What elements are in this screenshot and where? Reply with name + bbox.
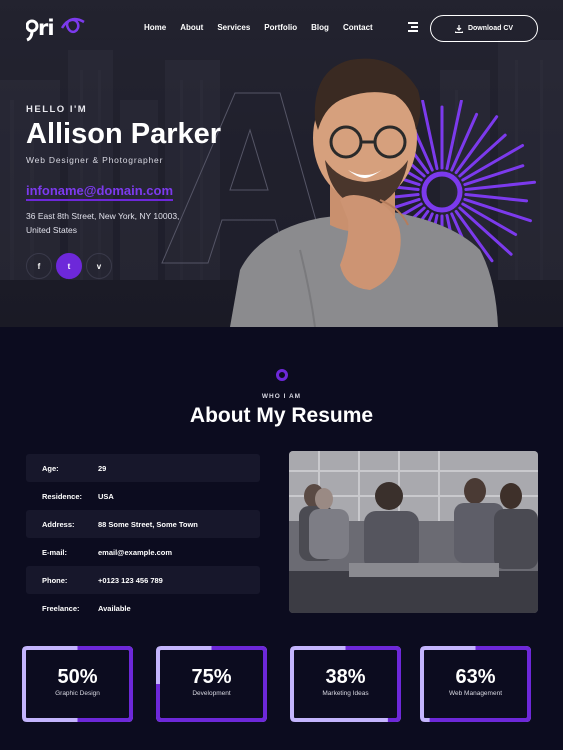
download-cv-label: Download CV: [467, 25, 514, 32]
info-value: +0123 123 456 789: [98, 575, 163, 585]
skill-card: 38% Marketing Ideas: [290, 646, 401, 722]
top-navbar: ri Home About Services Portfolio Blog Co…: [0, 0, 563, 56]
team-meeting-photo: [289, 451, 538, 613]
infinity-swirl-logo-icon: [25, 17, 85, 42]
about-kicker: WHO I AM: [261, 393, 302, 400]
skill-card: 63% Web Management: [420, 646, 531, 722]
info-key: Address:: [42, 519, 75, 529]
skill-label: Development: [192, 690, 231, 697]
nav-blog[interactable]: Blog: [311, 23, 329, 32]
hero-email-link[interactable]: infoname@domain.com: [26, 183, 174, 201]
hero-name: Allison Parker: [26, 118, 222, 150]
site-logo[interactable]: ri: [25, 14, 88, 42]
personal-info-list: Age: 29 Residence: USA Address: 88 Some …: [26, 454, 260, 622]
info-key: Freelance:: [42, 603, 80, 613]
skill-label: Graphic Design: [55, 690, 100, 697]
skill-label: Marketing Ideas: [322, 690, 369, 697]
info-value: 88 Some Street, Some Town: [98, 519, 198, 529]
info-value: Available: [98, 603, 131, 613]
download-icon: [454, 24, 463, 33]
nav-contact[interactable]: Contact: [343, 23, 373, 32]
skills-stats: 50% Graphic Design 75% Development 38% M…: [22, 646, 542, 722]
hero-address: 36 East 8th Street, New York, NY 10003, …: [26, 209, 196, 237]
hero-portrait: [230, 58, 498, 327]
team-meeting-illustration: [289, 451, 538, 613]
facebook-icon[interactable]: f: [26, 253, 52, 279]
info-value: USA: [98, 491, 114, 501]
nav-home[interactable]: Home: [144, 23, 166, 32]
info-value: 29: [98, 463, 107, 473]
nav-services[interactable]: Services: [217, 23, 250, 32]
hero-greeting: HELLO I'M: [26, 104, 88, 115]
section-ring-icon: [276, 369, 288, 381]
info-key: E-mail:: [42, 547, 68, 557]
skill-card: 75% Development: [156, 646, 267, 722]
info-row: Phone: +0123 123 456 789: [26, 566, 260, 594]
about-title: About My Resume: [189, 404, 374, 427]
info-value: email@example.com: [98, 547, 173, 557]
info-row: Freelance: Available: [26, 594, 260, 622]
skill-percent: 38%: [325, 666, 366, 688]
info-row: Residence: USA: [26, 482, 260, 510]
info-key: Phone:: [42, 575, 68, 585]
hamburger-menu-icon[interactable]: [408, 22, 418, 32]
info-row: Age: 29: [26, 454, 260, 482]
download-cv-button[interactable]: Download CV: [430, 15, 538, 42]
skill-percent: 50%: [57, 666, 98, 688]
social-links: f t v: [26, 253, 112, 279]
twitter-icon[interactable]: t: [56, 253, 82, 279]
info-key: Age:: [42, 463, 59, 473]
resume-page: ri Home About Services Portfolio Blog Co…: [0, 0, 563, 750]
info-row: E-mail: email@example.com: [26, 538, 260, 566]
skill-percent: 75%: [191, 666, 232, 688]
address-line-1: 36 East 8th Street, New York, NY 10003,: [26, 211, 180, 221]
main-nav: Home About Services Portfolio Blog Conta…: [144, 23, 373, 32]
info-key: Residence:: [42, 491, 83, 501]
nav-portfolio[interactable]: Portfolio: [264, 23, 297, 32]
skill-percent: 63%: [455, 666, 496, 688]
skill-card: 50% Graphic Design: [22, 646, 133, 722]
skill-label: Web Management: [449, 690, 502, 697]
hero-section: ri Home About Services Portfolio Blog Co…: [0, 0, 563, 327]
vimeo-icon[interactable]: v: [86, 253, 112, 279]
nav-about[interactable]: About: [180, 23, 203, 32]
address-line-2: United States: [26, 225, 78, 235]
hero-role: Web Designer & Photographer: [26, 155, 164, 165]
logo-text: ri: [38, 16, 55, 40]
info-row: Address: 88 Some Street, Some Town: [26, 510, 260, 538]
